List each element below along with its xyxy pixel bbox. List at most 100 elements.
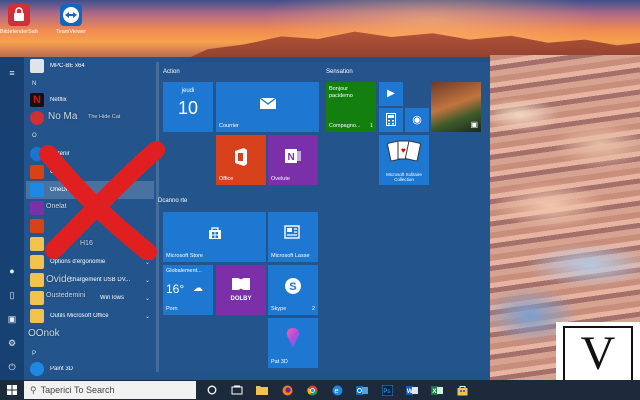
teamviewer-icon <box>60 4 82 26</box>
power-icon[interactable]: ⏻ <box>6 361 18 373</box>
tile-news[interactable]: Microsoft Lasse <box>268 212 318 262</box>
user-icon[interactable]: ● <box>6 265 18 277</box>
tile-label: Microsoft Lasse <box>271 253 310 259</box>
tile-solitaire[interactable]: ♥ Microsoft Solitaire Collection <box>379 135 429 185</box>
desktop-icon-teamviewer[interactable]: TeamViewer <box>52 4 90 35</box>
folder-icon <box>30 291 44 305</box>
tile-onenote[interactable]: N Ovelute <box>268 135 318 185</box>
photoshop-icon[interactable]: Ps <box>378 383 396 397</box>
letter-header-p[interactable]: P <box>32 351 36 357</box>
word-icon[interactable]: W <box>403 383 421 397</box>
overlay-text: The Hide Cat <box>88 114 121 120</box>
letter-header-n[interactable]: N <box>32 81 36 87</box>
chevron-down-icon: ⌄ <box>144 277 150 284</box>
tile-label: Courrier <box>219 123 239 129</box>
list-item-mpc[interactable]: MPC-BE x64 <box>26 57 154 75</box>
tile-label: Microsoft Solitaire Collection <box>386 172 422 183</box>
chevron-down-icon: ⌄ <box>144 295 150 302</box>
svg-text:N: N <box>288 152 295 163</box>
start-rail: ≡ ● ▯ ▣ ⚙ ⏻ <box>0 57 24 380</box>
watermark-logo: V <box>556 322 640 380</box>
tile-maps[interactable]: ◉ <box>405 108 429 132</box>
overlay-text: Ovide <box>46 274 73 285</box>
mail-icon <box>216 96 319 112</box>
onenote-icon: N <box>268 147 318 167</box>
svg-text:X: X <box>432 388 437 395</box>
tile-movies[interactable]: ▶ <box>379 82 403 106</box>
tile-calendar[interactable]: jeudi 10 <box>163 82 213 132</box>
list-item-outils-office[interactable]: Outils Microsoft Office ⌄ <box>26 307 154 325</box>
tile-mail[interactable]: Courrier <box>216 82 319 132</box>
pictures-icon[interactable]: ▣ <box>6 313 18 325</box>
tile-calculator[interactable] <box>379 108 403 132</box>
paint3d-icon <box>30 362 44 376</box>
svg-text:♥: ♥ <box>401 146 406 155</box>
folder-icon <box>30 273 44 287</box>
windows-logo-icon <box>7 385 17 395</box>
app-label: MPC-BE x64 <box>50 63 85 69</box>
tile-dolby[interactable]: DOLBY <box>216 265 266 315</box>
cloud-icon: ☁ <box>193 283 203 294</box>
store-icon[interactable] <box>453 383 471 397</box>
tile-office[interactable]: Office <box>216 135 266 185</box>
netflix-icon: N <box>30 93 44 107</box>
tile-store[interactable]: Microsoft Store <box>163 212 266 262</box>
overlay-text: Oustedemini <box>46 292 86 299</box>
search-box[interactable]: ⚲ Taperici To Search <box>24 381 196 399</box>
group-title-action[interactable]: Action <box>163 69 180 75</box>
document-icon[interactable]: ▯ <box>6 289 18 301</box>
cortana-icon[interactable] <box>203 383 221 397</box>
tile-label: Porn <box>166 306 178 312</box>
tile-photos[interactable]: ▣ <box>431 82 481 132</box>
chrome-icon[interactable] <box>303 383 321 397</box>
film-icon: ▶ <box>387 88 395 99</box>
app-label: Outils Microsoft Office <box>50 313 109 319</box>
skype-count-badge: 2 <box>311 306 315 312</box>
calendar-date: 10 <box>177 98 199 118</box>
hamburger-icon[interactable]: ≡ <box>6 67 18 79</box>
edge-icon[interactable]: e <box>328 383 346 397</box>
app-icon <box>30 59 44 73</box>
tile-label: Office <box>219 176 234 182</box>
overlay-text: OOnok <box>28 328 60 339</box>
list-item-paint3d[interactable]: Paint 3D <box>26 360 154 378</box>
desktop-icon-label: BitdefenderSafePay <box>0 29 38 35</box>
svg-text:e: e <box>334 386 338 395</box>
calendar-day: jeudi <box>181 88 195 94</box>
tile-xbox[interactable]: Bonjour pacidemo Compagno... 1 <box>326 82 376 132</box>
settings-icon[interactable]: ⚙ <box>6 337 18 349</box>
dolby-icon <box>216 277 266 293</box>
tile-weather[interactable]: Globalement... 16° ☁ Porn <box>163 265 213 315</box>
tile-paint3d[interactable]: Pat 3D <box>268 318 318 368</box>
svg-text:S: S <box>289 281 296 293</box>
desktop-icon-bitdefender[interactable]: BitdefenderSafePay <box>0 4 38 35</box>
photos-icon: ▣ <box>470 120 478 129</box>
svg-text:W: W <box>407 388 414 395</box>
store-icon <box>163 226 266 242</box>
start-button[interactable] <box>0 380 24 400</box>
group-title-sensation[interactable]: Sensation <box>326 69 353 75</box>
xbox-count-badge: 1 <box>369 123 373 129</box>
tile-label: Compagno... <box>329 123 361 129</box>
list-item-netflix[interactable]: N Netflix <box>26 91 154 109</box>
outlook-icon[interactable] <box>353 383 371 397</box>
tile-skype[interactable]: S Skype 2 <box>268 265 318 315</box>
search-placeholder: Taperici To Search <box>40 385 115 395</box>
red-x-mark <box>39 141 165 260</box>
excel-icon[interactable]: X <box>428 383 446 397</box>
chevron-down-icon: ⌄ <box>144 313 150 320</box>
task-view-icon[interactable] <box>228 383 246 397</box>
office-icon <box>216 147 266 169</box>
svg-text:Ps: Ps <box>383 389 390 395</box>
xbox-greeting: Bonjour <box>329 86 348 92</box>
letter-header-o[interactable]: O <box>32 133 37 139</box>
firefox-icon[interactable] <box>278 383 296 397</box>
app-label: Paint 3D <box>50 366 74 372</box>
skype-icon: S <box>268 277 318 297</box>
tile-label: Pat 3D <box>271 359 288 365</box>
dolby-wordmark: DOLBY <box>230 296 252 302</box>
app-icon <box>30 111 44 125</box>
desktop-icon-label: TeamViewer <box>55 29 87 35</box>
file-explorer-icon[interactable] <box>253 383 271 397</box>
search-icon: ⚲ <box>30 384 37 395</box>
